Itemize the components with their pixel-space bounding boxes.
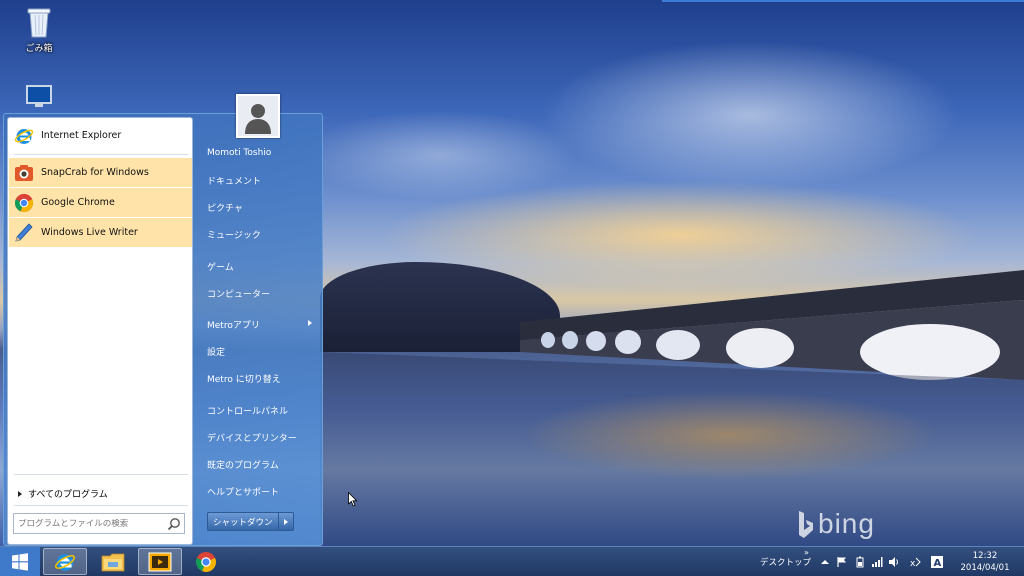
program-label: Windows Live Writer <box>41 227 138 238</box>
snapcrab-icon <box>15 164 33 181</box>
svg-text:x: x <box>910 559 916 568</box>
link-help-support[interactable]: ヘルプとサポート <box>202 479 320 503</box>
program-label: Internet Explorer <box>41 130 122 141</box>
link-label: ドキュメント <box>207 176 262 187</box>
link-label: Metroアプリ <box>207 320 260 331</box>
link-switch-to-metro[interactable]: Metro に切り替え <box>202 366 320 390</box>
link-documents[interactable]: ドキュメント <box>202 168 320 192</box>
bing-watermark: bing <box>798 508 875 540</box>
bing-icon <box>799 511 813 538</box>
desktop-toolbar-label[interactable]: デスクトップ <box>760 556 811 568</box>
taskbar-internet-explorer[interactable] <box>43 548 87 575</box>
bing-watermark-text: bing <box>818 508 875 539</box>
taskbar: デスクトップ » x A 12:32 2014/04/01 <box>0 546 1024 576</box>
svg-text:A: A <box>934 558 942 568</box>
link-label: ヘルプとサポート <box>207 487 280 498</box>
link-label: コントロールパネル <box>207 406 289 417</box>
link-label: コンピューター <box>207 289 271 300</box>
internet-explorer-icon <box>14 128 34 144</box>
divider <box>14 505 188 506</box>
link-pictures[interactable]: ピクチャ <box>202 195 320 219</box>
shutdown-group: シャットダウン <box>207 512 294 531</box>
recycle-bin-label: ごみ箱 <box>25 44 53 54</box>
all-programs-label: すべてのプログラム <box>28 490 108 500</box>
program-google-chrome[interactable]: Google Chrome <box>9 188 192 217</box>
divider <box>14 154 188 155</box>
link-metro-apps[interactable]: Metroアプリ <box>202 312 320 336</box>
taskbar-clock[interactable]: 12:32 2014/04/01 <box>952 550 1018 574</box>
link-computer[interactable]: コンピューター <box>202 281 320 305</box>
mouse-cursor-icon <box>348 492 358 507</box>
shutdown-options-button[interactable] <box>278 512 294 531</box>
desktop-icon-computer[interactable] <box>14 84 64 113</box>
ime-icon[interactable]: x <box>909 556 921 568</box>
volume-icon[interactable] <box>888 556 900 568</box>
link-label: デバイスとプリンター <box>207 433 297 444</box>
media-player-icon <box>148 552 172 571</box>
taskbar-google-chrome[interactable] <box>184 548 228 575</box>
shutdown-button[interactable]: シャットダウン <box>207 512 279 531</box>
windows-logo-icon <box>12 553 28 571</box>
chrome-icon <box>196 551 216 572</box>
start-search-box[interactable] <box>13 513 185 534</box>
user-name-link[interactable]: Momoti Toshio <box>202 141 320 165</box>
toolbar-chevron[interactable]: » <box>804 548 809 557</box>
desktop-icon-recycle-bin[interactable]: ごみ箱 <box>14 6 64 54</box>
link-devices-printers[interactable]: デバイスとプリンター <box>202 425 320 449</box>
user-name: Momoti Toshio <box>207 148 272 158</box>
input-mode-icon[interactable]: A <box>931 556 943 568</box>
action-center-flag-icon[interactable] <box>836 556 848 568</box>
start-menu: Internet Explorer SnapCrab for Windows G… <box>3 113 323 546</box>
submenu-arrow-icon <box>308 320 312 326</box>
link-label: Metro に切り替え <box>207 374 281 385</box>
start-menu-programs-pane: Internet Explorer SnapCrab for Windows G… <box>7 117 193 545</box>
internet-explorer-icon <box>54 553 76 571</box>
recycle-bin-icon <box>27 8 51 38</box>
link-music[interactable]: ミュージック <box>202 222 320 246</box>
program-snapcrab[interactable]: SnapCrab for Windows <box>9 158 192 187</box>
computer-icon <box>26 85 52 107</box>
search-input[interactable] <box>18 518 158 529</box>
taskbar-file-explorer[interactable] <box>91 548 135 575</box>
link-label: ミュージック <box>207 230 261 241</box>
clock-time: 12:32 <box>972 551 998 561</box>
link-default-programs[interactable]: 既定のプログラム <box>202 452 320 476</box>
link-label: 既定のプログラム <box>207 460 279 471</box>
program-label: SnapCrab for Windows <box>41 167 149 178</box>
program-windows-live-writer[interactable]: Windows Live Writer <box>9 218 192 247</box>
divider <box>14 474 188 475</box>
program-internet-explorer[interactable]: Internet Explorer <box>9 121 192 150</box>
window-edge <box>662 0 1024 2</box>
user-avatar[interactable] <box>236 94 280 138</box>
battery-icon[interactable] <box>854 556 866 568</box>
program-label: Google Chrome <box>41 197 115 208</box>
triangle-right-icon <box>18 490 22 497</box>
file-explorer-icon <box>101 553 125 571</box>
show-hidden-icons-icon[interactable] <box>819 556 831 568</box>
network-signal-icon[interactable] <box>871 556 883 568</box>
taskbar-media-player[interactable] <box>138 548 182 575</box>
user-silhouette-icon <box>245 104 271 134</box>
triangle-right-icon <box>283 519 288 525</box>
link-control-panel[interactable]: コントロールパネル <box>202 398 320 422</box>
clock-date: 2014/04/01 <box>960 563 1010 573</box>
link-games[interactable]: ゲーム <box>202 254 320 278</box>
link-label: ゲーム <box>207 262 234 273</box>
chrome-icon <box>14 193 34 212</box>
link-settings[interactable]: 設定 <box>202 339 320 363</box>
live-writer-icon <box>15 222 33 242</box>
link-label: ピクチャ <box>207 203 243 214</box>
start-button[interactable] <box>0 547 40 576</box>
all-programs-button[interactable]: すべてのプログラム <box>18 487 108 500</box>
search-icon[interactable] <box>167 517 181 531</box>
link-label: 設定 <box>207 347 226 358</box>
